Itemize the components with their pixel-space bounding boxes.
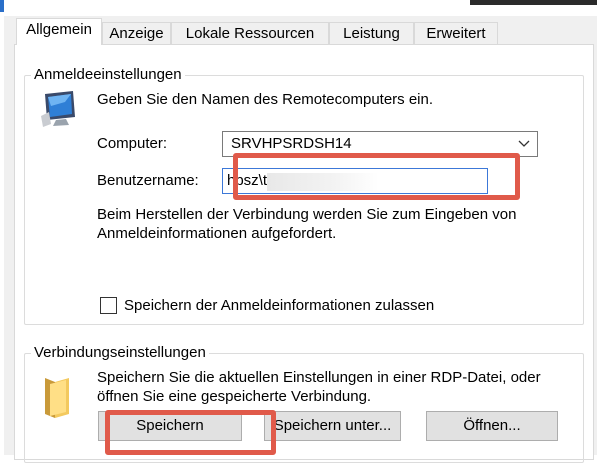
tab-lokale-ressourcen[interactable]: Lokale Ressourcen xyxy=(171,22,329,44)
rdp-dialog: Allgemein Anzeige Lokale Ressourcen Leis… xyxy=(4,16,597,463)
tab-panel-allgemein: Anmeldeeinstellungen Geben Sie den Namen… xyxy=(14,44,594,463)
window-edge xyxy=(0,0,4,12)
computer-monitor-icon xyxy=(39,90,81,128)
tab-allgemein[interactable]: Allgemein xyxy=(16,18,102,45)
background-window-edge xyxy=(470,0,597,5)
username-highlight xyxy=(233,153,520,200)
username-label: Benutzername: xyxy=(97,172,199,189)
tab-erweitert[interactable]: Erweitert xyxy=(414,22,498,44)
folder-icon xyxy=(42,374,72,420)
tab-anzeige[interactable]: Anzeige xyxy=(102,22,171,44)
window-top-strip xyxy=(0,0,597,16)
computer-value: SRVHPSRDSH14 xyxy=(231,135,352,152)
connection-info-text: Speichern Sie die aktuellen Einstellunge… xyxy=(97,369,541,405)
chevron-down-icon[interactable] xyxy=(517,132,531,156)
logon-prompt: Geben Sie den Namen des Remotecomputers … xyxy=(97,91,434,108)
computer-label: Computer: xyxy=(97,135,168,152)
save-button-highlight xyxy=(105,410,276,455)
tab-leistung[interactable]: Leistung xyxy=(329,22,414,44)
save-as-button[interactable]: Speichern unter... xyxy=(264,411,401,441)
credentials-info-text: Beim Herstellen der Verbindung werden Si… xyxy=(97,206,517,242)
connection-group-title: Verbindungseinstellungen xyxy=(31,344,209,362)
save-credentials-checkbox[interactable] xyxy=(100,297,117,314)
logon-settings-group: Anmeldeeinstellungen Geben Sie den Namen… xyxy=(24,66,584,325)
logon-group-title: Anmeldeeinstellungen xyxy=(31,66,185,84)
open-button[interactable]: Öffnen... xyxy=(426,411,558,441)
save-credentials-label[interactable]: Speichern der Anmeldeinformationen zulas… xyxy=(124,296,434,315)
